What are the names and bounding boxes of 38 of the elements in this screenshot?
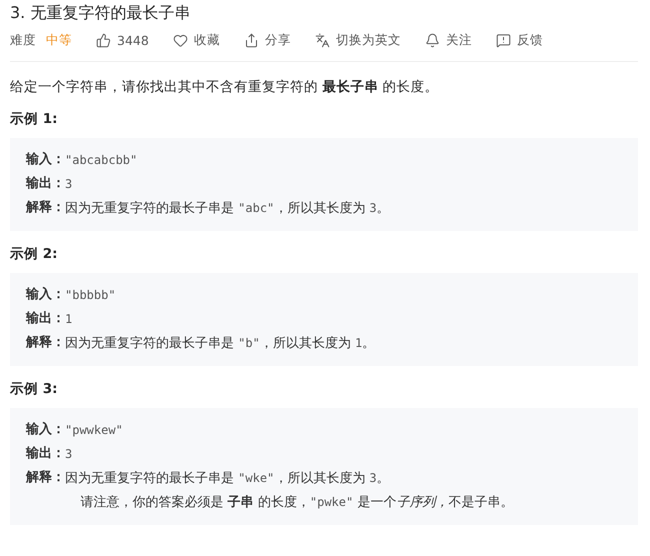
example-title: 示例 1: bbox=[10, 110, 58, 128]
problem-description: 给定一个字符串，请你找出其中不含有重复字符的 最长子串 的长度。 bbox=[10, 78, 440, 96]
line-text: 3 bbox=[65, 176, 72, 193]
share-icon bbox=[244, 33, 259, 48]
message-icon bbox=[496, 33, 511, 48]
line-label: 输入： bbox=[26, 150, 65, 169]
line-label: 输入： bbox=[26, 420, 65, 439]
bell-icon bbox=[424, 33, 440, 48]
problem-title: 3. 无重复字符的最长子串 bbox=[10, 2, 192, 24]
line-text: 1 bbox=[65, 311, 72, 328]
line-text: "abcabcbb" bbox=[65, 152, 138, 169]
line-text: 3 bbox=[65, 446, 72, 463]
example-title: 示例 3: bbox=[10, 380, 58, 398]
heart-icon bbox=[172, 33, 188, 48]
line-label: 解释： bbox=[26, 199, 65, 217]
difficulty-value: 中等 bbox=[46, 32, 72, 49]
line-text: 因为无重复字符的最长子串是 "wke"，所以其长度为 3。 bbox=[65, 470, 390, 488]
thumbs-up-icon bbox=[96, 33, 111, 48]
translate-icon bbox=[314, 33, 330, 48]
line-text: 因为无重复字符的最长子串是 "abc"，所以其长度为 3。 bbox=[65, 200, 390, 218]
difficulty-label: 难度 bbox=[10, 32, 36, 49]
line-text: 请注意，你的答案必须是 子串 的长度，"pwke" 是一个子序列，不是子串。 bbox=[80, 494, 514, 512]
follow-button[interactable]: 关注 bbox=[424, 32, 472, 49]
likes-button[interactable]: 3448 bbox=[96, 33, 149, 48]
example-title: 示例 2: bbox=[10, 245, 58, 263]
translate-button[interactable]: 切换为英文 bbox=[314, 32, 401, 49]
favorite-button[interactable]: 收藏 bbox=[172, 32, 220, 49]
share-button[interactable]: 分享 bbox=[244, 32, 291, 49]
line-label: 输出： bbox=[26, 175, 65, 193]
feedback-button[interactable]: 反馈 bbox=[496, 32, 543, 49]
line-text: "pwwkew" bbox=[65, 422, 123, 439]
line-label: 输出： bbox=[26, 310, 65, 328]
line-text: "bbbbb" bbox=[65, 287, 116, 304]
line-label: 解释： bbox=[26, 334, 65, 352]
line-label: 输出： bbox=[26, 445, 65, 463]
line-text: 因为无重复字符的最长子串是 "b"，所以其长度为 1。 bbox=[65, 335, 376, 353]
line-label: 解释： bbox=[26, 469, 65, 487]
line-label: 输入： bbox=[26, 286, 65, 304]
